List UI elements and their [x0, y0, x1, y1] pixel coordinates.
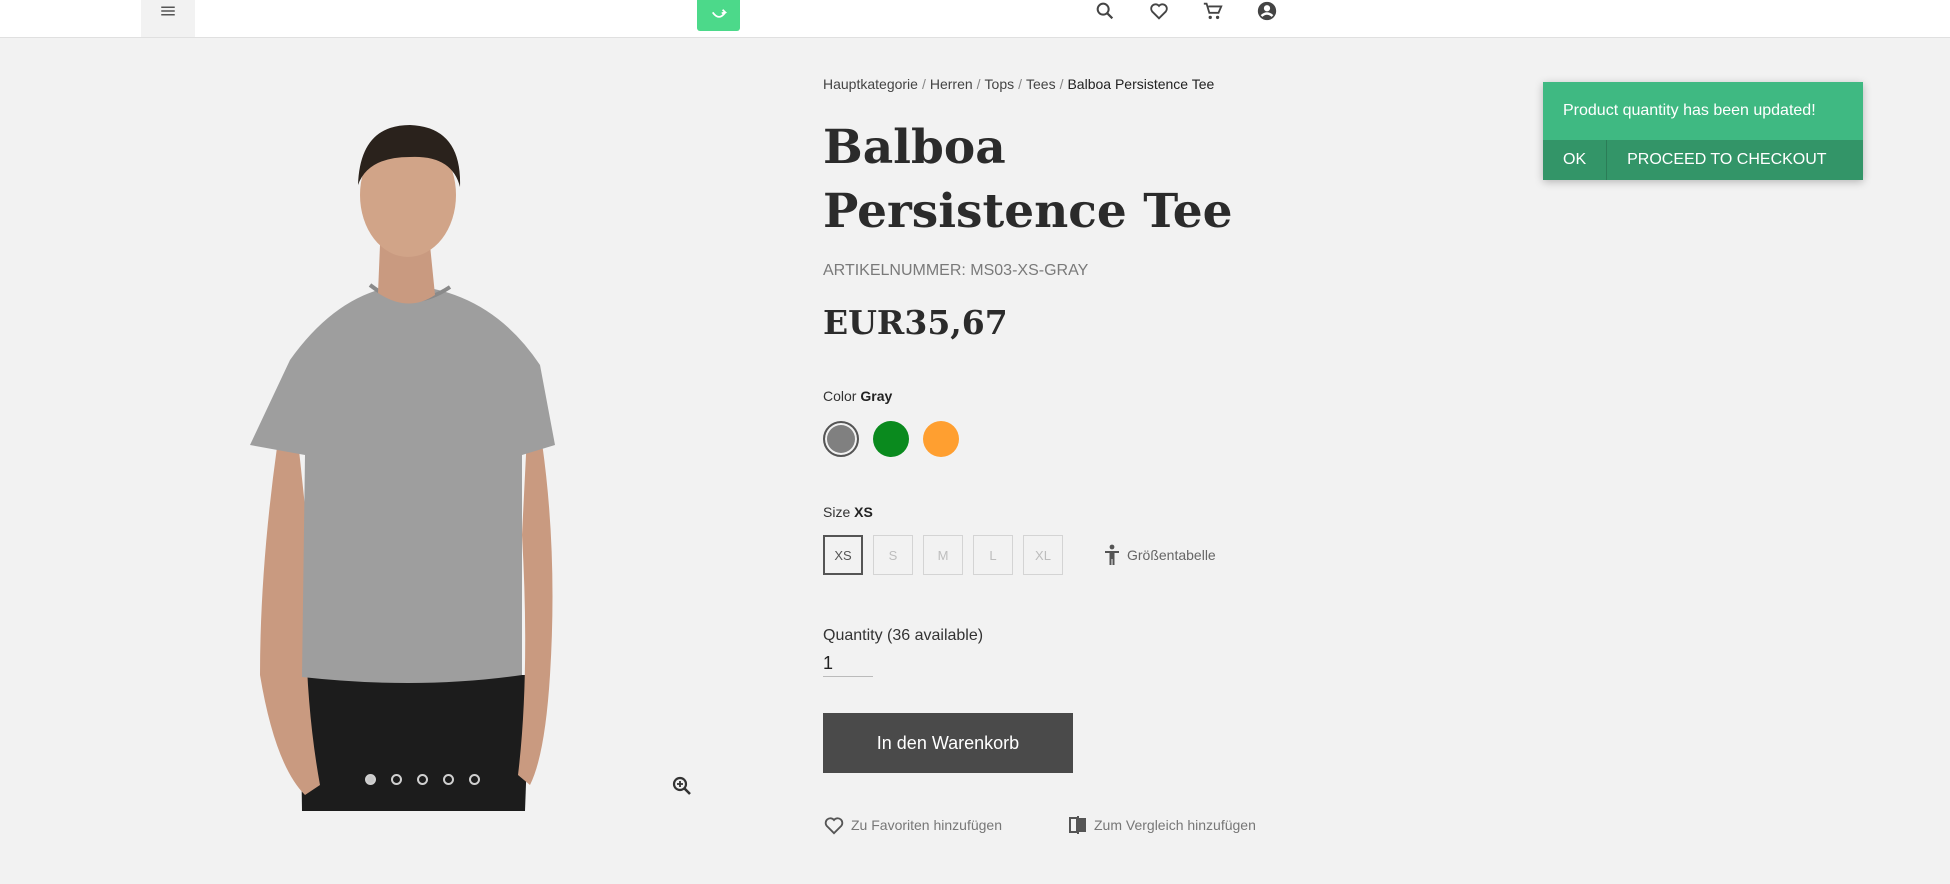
- search-icon[interactable]: [1092, 0, 1118, 22]
- product-photo: [250, 125, 555, 811]
- breadcrumb-item[interactable]: Tees: [1026, 76, 1056, 92]
- gallery-dot[interactable]: [417, 774, 428, 785]
- add-to-favorites-label: Zu Favoriten hinzufügen: [851, 817, 1002, 833]
- size-chart-link[interactable]: Größentabelle: [1103, 544, 1216, 566]
- account-icon[interactable]: [1254, 0, 1280, 22]
- breadcrumb-separator: /: [1018, 76, 1022, 92]
- size-selected-value: XS: [854, 504, 873, 520]
- shopping-bag-icon: [711, 8, 727, 18]
- site-header: [0, 0, 1950, 38]
- product-image[interactable]: [230, 115, 610, 811]
- hamburger-icon: [161, 6, 175, 16]
- breadcrumb: Hauptkategorie / Herren / Tops / Tees / Balboa P…: [823, 76, 1214, 92]
- color-label-text: Color: [823, 388, 857, 404]
- size-option-s[interactable]: S: [873, 535, 913, 575]
- add-to-favorites-link[interactable]: Zu Favoriten hinzufügen: [823, 815, 1002, 835]
- accessibility-icon: [1105, 544, 1119, 565]
- heart-icon: [824, 817, 844, 835]
- color-swatches: [823, 421, 959, 457]
- breadcrumb-separator: /: [976, 76, 981, 92]
- gallery-dots: [365, 774, 480, 785]
- zoom-in-icon[interactable]: [670, 774, 694, 798]
- breadcrumb-item[interactable]: Tops: [985, 76, 1015, 92]
- notification-ok-button[interactable]: OK: [1543, 140, 1608, 180]
- size-label-text: Size: [823, 504, 851, 520]
- size-option-xs[interactable]: XS: [823, 535, 863, 575]
- color-swatch-orange[interactable]: [923, 421, 959, 457]
- color-swatch-gray[interactable]: [823, 421, 859, 457]
- add-to-cart-button[interactable]: In den Warenkorb: [823, 713, 1073, 773]
- gallery-dot[interactable]: [391, 774, 402, 785]
- breadcrumb-current: Balboa Persistence Tee: [1067, 76, 1215, 92]
- breadcrumb-item[interactable]: Herren: [930, 76, 973, 92]
- add-to-compare-label: Zum Vergleich hinzufügen: [1094, 817, 1256, 833]
- quantity-input[interactable]: [823, 651, 873, 677]
- cart-icon[interactable]: [1200, 0, 1226, 22]
- size-option-xl[interactable]: XL: [1023, 535, 1063, 575]
- notification-actions: OK PROCEED TO CHECKOUT: [1543, 140, 1863, 180]
- store-logo[interactable]: [697, 0, 740, 31]
- breadcrumb-separator: /: [921, 76, 926, 92]
- gallery-dot[interactable]: [443, 774, 454, 785]
- size-option-l[interactable]: L: [973, 535, 1013, 575]
- size-label: Size XS: [823, 504, 873, 520]
- compare-icon: [1069, 816, 1086, 834]
- color-selected-value: Gray: [860, 388, 893, 404]
- product-sku: ARTIKELNUMMER: MS03-XS-GRAY: [823, 262, 1089, 279]
- proceed-to-checkout-button[interactable]: PROCEED TO CHECKOUT: [1607, 140, 1846, 180]
- gallery-dot[interactable]: [365, 774, 376, 785]
- breadcrumb-item[interactable]: Hauptkategorie: [823, 76, 918, 92]
- product-title: Balboa Persistence Tee: [823, 120, 1233, 239]
- size-option-m[interactable]: M: [923, 535, 963, 575]
- product-price: EUR35,67: [823, 303, 1008, 342]
- notification-message: Product quantity has been updated!: [1543, 82, 1863, 140]
- add-to-compare-link[interactable]: Zum Vergleich hinzufügen: [1068, 815, 1256, 835]
- quantity-label: Quantity (36 available): [823, 627, 984, 644]
- color-label: Color Gray: [823, 388, 892, 404]
- gallery-dot[interactable]: [469, 774, 480, 785]
- heart-icon[interactable]: [1146, 0, 1172, 22]
- menu-button[interactable]: [141, 0, 195, 37]
- notification-toast: Product quantity has been updated! OK PR…: [1543, 82, 1863, 180]
- size-options: XS S M L XL: [823, 535, 1063, 575]
- breadcrumb-separator: /: [1059, 76, 1064, 92]
- size-chart-label: Größentabelle: [1127, 547, 1216, 563]
- color-swatch-green[interactable]: [873, 421, 909, 457]
